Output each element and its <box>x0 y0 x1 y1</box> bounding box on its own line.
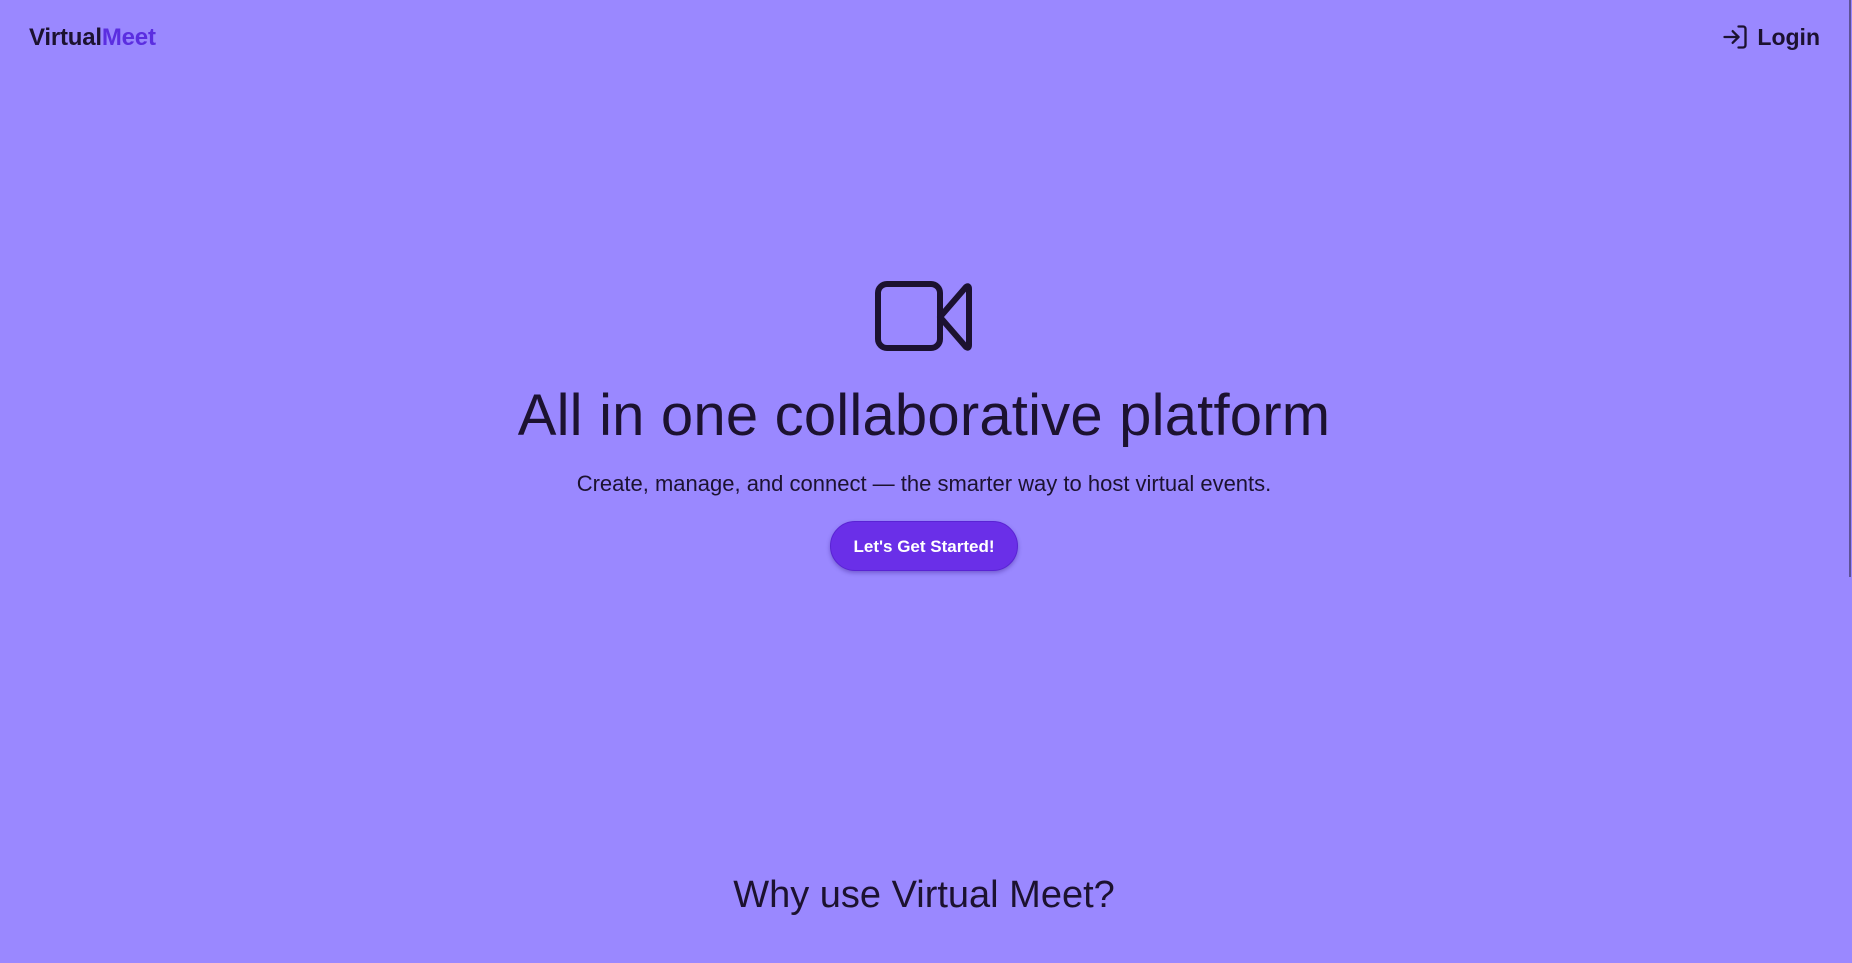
login-button[interactable]: Login <box>1721 23 1820 51</box>
login-label: Login <box>1757 23 1820 50</box>
hero-title: All in one collaborative platform <box>517 383 1331 448</box>
why-section-title: Why use Virtual Meet? <box>733 874 1115 916</box>
page-scrollbar[interactable] <box>1848 0 1852 963</box>
navbar: VirtualMeet Login <box>0 0 1848 74</box>
hero-section: All in one collaborative platform Create… <box>0 280 1848 572</box>
brand-part-meet: Meet <box>101 24 156 51</box>
video-camera-icon <box>874 280 974 359</box>
hero-subtitle: Create, manage, and connect — the smarte… <box>576 471 1272 496</box>
get-started-button[interactable]: Let's Get Started! <box>830 521 1018 572</box>
scrollbar-thumb[interactable] <box>1849 0 1851 577</box>
brand-part-virtual: Virtual <box>29 24 102 51</box>
brand-logo[interactable]: VirtualMeet <box>29 24 156 52</box>
login-arrow-icon <box>1721 23 1749 51</box>
